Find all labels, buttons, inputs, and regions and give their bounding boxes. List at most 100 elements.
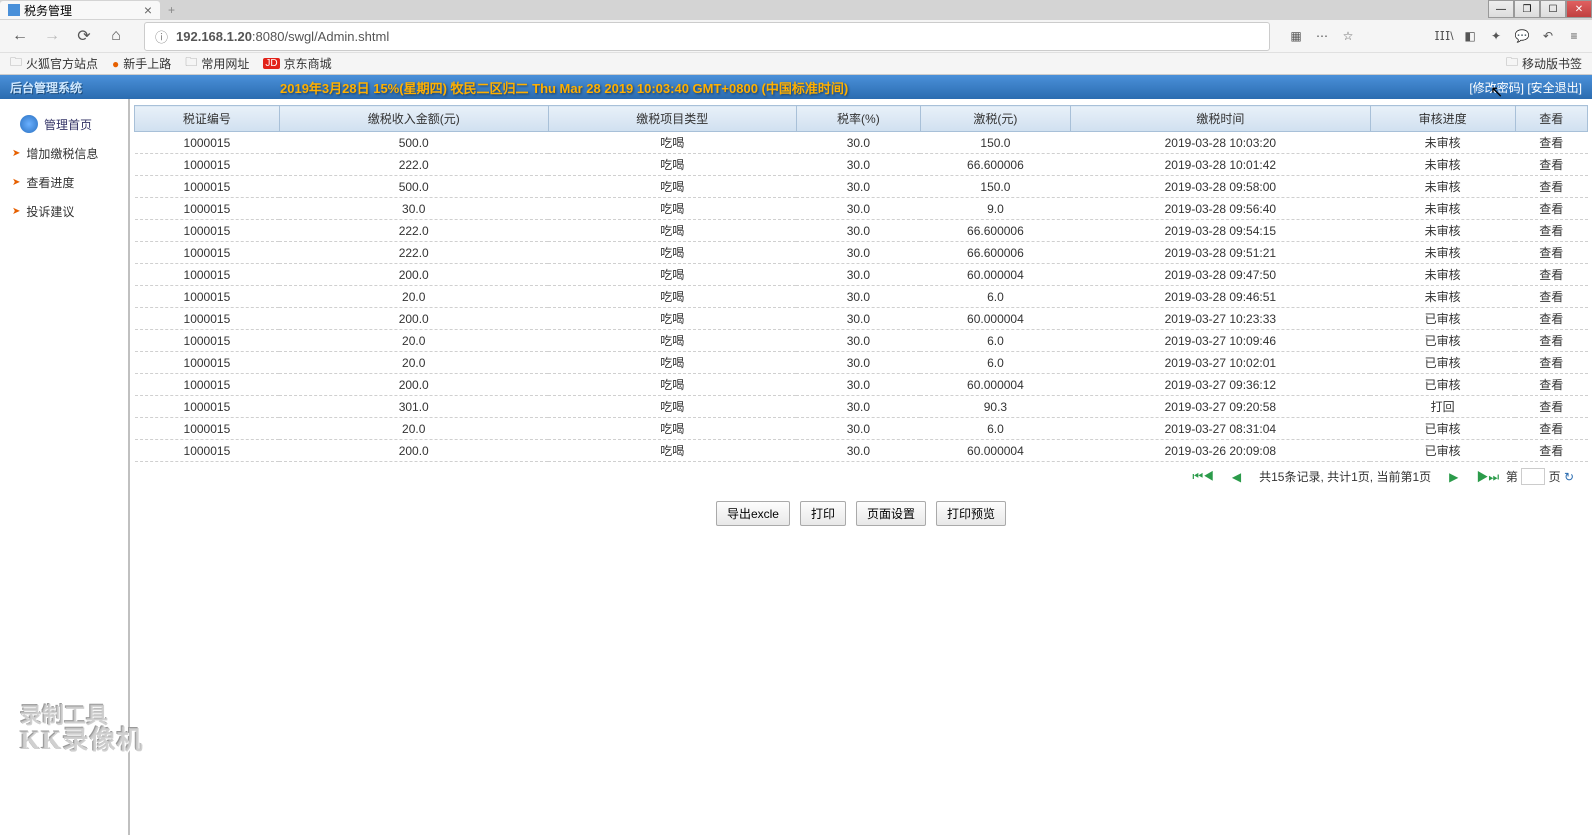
bookmark-item[interactable]: ●新手上路 xyxy=(112,55,171,72)
bookmark-item[interactable]: 🗀常用网址 xyxy=(185,53,249,74)
pager-next-icon[interactable]: ▶ xyxy=(1449,470,1458,484)
cell-type: 吃喝 xyxy=(548,374,796,396)
mobile-bookmarks[interactable]: 🗀移动版书签 xyxy=(1506,53,1582,74)
window-minimize-button[interactable]: — xyxy=(1488,0,1514,18)
window-maximize-button[interactable]: ☐ xyxy=(1540,0,1566,18)
sidebar-item[interactable]: ➤投诉建议 xyxy=(0,197,128,226)
cell-tax: 150.0 xyxy=(920,132,1070,154)
bookmark-item[interactable]: JD京东商城 xyxy=(263,55,331,72)
view-link[interactable]: 查看 xyxy=(1539,224,1563,238)
view-link[interactable]: 查看 xyxy=(1539,356,1563,370)
col-status: 审核进度 xyxy=(1370,106,1515,132)
chat-icon[interactable]: 💬 xyxy=(1512,26,1532,46)
app-header: 后台管理系统 2019年3月28日 15%(星期四) 牧民二区归二 Thu Ma… xyxy=(0,75,1592,99)
print-button[interactable]: 打印 xyxy=(800,501,846,526)
view-link[interactable]: 查看 xyxy=(1539,334,1563,348)
window-close-button[interactable]: ✕ xyxy=(1566,0,1592,18)
cell-time: 2019-03-27 10:09:46 xyxy=(1070,330,1370,352)
export-button[interactable]: 导出excle xyxy=(716,501,790,526)
cell-tax: 66.600006 xyxy=(920,220,1070,242)
url-bar[interactable]: ⓘ 192.168.1.20:8080/swgl/Admin.shtml xyxy=(144,22,1270,51)
cell-rate: 30.0 xyxy=(796,396,920,418)
cell-type: 吃喝 xyxy=(548,198,796,220)
firefox-icon: ● xyxy=(112,57,119,71)
cell-type: 吃喝 xyxy=(548,242,796,264)
cell-status: 未审核 xyxy=(1370,264,1515,286)
addons-icon[interactable]: ✦ xyxy=(1486,26,1506,46)
table-row: 1000015500.0吃喝30.0150.02019-03-28 09:58:… xyxy=(135,176,1588,198)
change-password-link[interactable]: [修改密码] xyxy=(1469,81,1524,95)
cell-type: 吃喝 xyxy=(548,220,796,242)
print-preview-button[interactable]: 打印预览 xyxy=(936,501,1006,526)
cell-id: 1000015 xyxy=(135,330,280,352)
star-icon[interactable]: ☆ xyxy=(1338,26,1358,46)
tab-title: 税务管理 xyxy=(24,2,72,19)
view-link[interactable]: 查看 xyxy=(1539,312,1563,326)
cell-income: 30.0 xyxy=(279,198,548,220)
view-link[interactable]: 查看 xyxy=(1539,180,1563,194)
view-link[interactable]: 查看 xyxy=(1539,136,1563,150)
nav-reload-button[interactable]: ⟳ xyxy=(72,24,96,48)
menu-icon[interactable]: ≡ xyxy=(1564,26,1584,46)
nav-back-button[interactable]: ← xyxy=(8,24,32,48)
marquee-text: 2019年3月28日 15%(星期四) 牧民二区归二 Thu Mar 28 20… xyxy=(280,78,848,97)
view-link[interactable]: 查看 xyxy=(1539,202,1563,216)
nav-forward-button[interactable]: → xyxy=(40,24,64,48)
view-link[interactable]: 查看 xyxy=(1539,268,1563,282)
cell-id: 1000015 xyxy=(135,176,280,198)
logout-link[interactable]: [安全退出] xyxy=(1527,81,1582,95)
more-icon[interactable]: ⋯ xyxy=(1312,26,1332,46)
view-link[interactable]: 查看 xyxy=(1539,400,1563,414)
pager-prev-icon[interactable]: ◀ xyxy=(1232,470,1241,484)
cell-time: 2019-03-28 10:03:20 xyxy=(1070,132,1370,154)
cell-type: 吃喝 xyxy=(548,440,796,462)
view-link[interactable]: 查看 xyxy=(1539,290,1563,304)
sidebar-item[interactable]: ➤查看进度 xyxy=(0,168,128,197)
library-icon[interactable]: 𝖨𝖨𝖨\ xyxy=(1434,26,1454,46)
cell-status: 未审核 xyxy=(1370,132,1515,154)
sidebar-item[interactable]: ➤增加缴税信息 xyxy=(0,139,128,168)
table-row: 1000015222.0吃喝30.066.6000062019-03-28 09… xyxy=(135,242,1588,264)
cell-status: 已审核 xyxy=(1370,374,1515,396)
cell-tax: 6.0 xyxy=(920,352,1070,374)
sidebar-home[interactable]: 管理首页 xyxy=(0,109,128,139)
cell-time: 2019-03-28 09:58:00 xyxy=(1070,176,1370,198)
cell-type: 吃喝 xyxy=(548,154,796,176)
table-row: 100001520.0吃喝30.06.02019-03-27 10:02:01已… xyxy=(135,352,1588,374)
url-text: 192.168.1.20:8080/swgl/Admin.shtml xyxy=(176,29,389,44)
bookmark-item[interactable]: 🗀火狐官方站点 xyxy=(10,53,98,74)
cell-id: 1000015 xyxy=(135,440,280,462)
reader-icon[interactable]: ▦ xyxy=(1286,26,1306,46)
cell-income: 500.0 xyxy=(279,176,548,198)
tax-table: 税证编号 缴税收入金额(元) 缴税项目类型 税率(%) 激税(元) 缴税时间 审… xyxy=(134,105,1588,462)
cell-tax: 6.0 xyxy=(920,330,1070,352)
page-setup-button[interactable]: 页面设置 xyxy=(856,501,926,526)
view-link[interactable]: 查看 xyxy=(1539,444,1563,458)
tab-close-icon[interactable]: × xyxy=(144,2,152,18)
pager-last-icon[interactable]: ▶⏭ xyxy=(1476,470,1499,484)
browser-tab[interactable]: 税务管理 × xyxy=(0,1,160,19)
cell-rate: 30.0 xyxy=(796,154,920,176)
new-tab-button[interactable]: + xyxy=(160,3,183,17)
window-restore-button[interactable]: ❐ xyxy=(1514,0,1540,18)
page-number-input[interactable] xyxy=(1521,468,1545,485)
cell-tax: 66.600006 xyxy=(920,154,1070,176)
col-tax: 激税(元) xyxy=(920,106,1070,132)
nav-home-button[interactable]: ⌂ xyxy=(104,24,128,48)
cell-tax: 6.0 xyxy=(920,418,1070,440)
view-link[interactable]: 查看 xyxy=(1539,378,1563,392)
sidebar-icon[interactable]: ◧ xyxy=(1460,26,1480,46)
col-time: 缴税时间 xyxy=(1070,106,1370,132)
home-icon xyxy=(20,115,38,133)
undo-icon[interactable]: ↶ xyxy=(1538,26,1558,46)
cell-id: 1000015 xyxy=(135,352,280,374)
cell-type: 吃喝 xyxy=(548,264,796,286)
cell-income: 20.0 xyxy=(279,286,548,308)
view-link[interactable]: 查看 xyxy=(1539,422,1563,436)
view-link[interactable]: 查看 xyxy=(1539,246,1563,260)
cell-id: 1000015 xyxy=(135,198,280,220)
cell-time: 2019-03-28 09:47:50 xyxy=(1070,264,1370,286)
view-link[interactable]: 查看 xyxy=(1539,158,1563,172)
pager-first-icon[interactable]: ⏮◀ xyxy=(1192,469,1214,484)
pager-refresh-icon[interactable]: ↻ xyxy=(1564,470,1574,484)
